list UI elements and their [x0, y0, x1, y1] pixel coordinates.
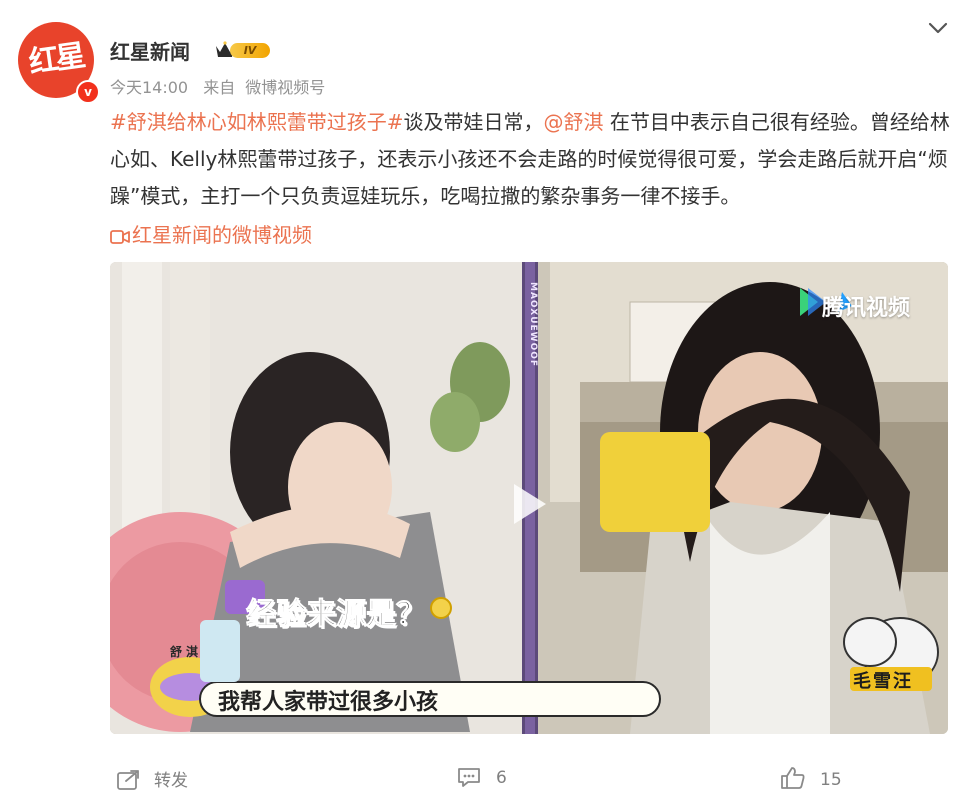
level-badge[interactable]: IV: [214, 40, 270, 60]
video-subtitle: 我帮人家带过很多小孩: [218, 690, 439, 715]
like-count: 15: [820, 770, 842, 790]
post-time[interactable]: 今天14:00: [110, 78, 188, 97]
post-meta: 今天14:00 来自 微博视频号: [110, 74, 335, 98]
comment-count: 6: [496, 768, 507, 788]
source-prefix: 来自: [203, 78, 236, 97]
comment-icon: [458, 768, 480, 787]
caption-question: 经验来源是？: [246, 597, 427, 633]
thumbs-up-icon: [781, 767, 805, 789]
comment-button[interactable]: 6: [456, 766, 507, 788]
hashtag-link[interactable]: #舒淇给林心如林熙蕾带过孩子#: [110, 110, 404, 134]
account-name[interactable]: 红星新闻: [110, 36, 190, 65]
action-bar: 转发 6 15: [0, 760, 960, 800]
tencent-video-watermark: 腾讯视频: [822, 296, 911, 321]
level-label: IV: [230, 43, 270, 58]
like-button[interactable]: 15: [780, 766, 842, 790]
speaker-tag: 舒淇: [170, 645, 203, 659]
post-source[interactable]: 微博视频号: [245, 78, 325, 97]
repost-label: 转发: [154, 771, 188, 791]
play-icon[interactable]: [502, 478, 554, 530]
video-link-label: 红星新闻的微博视频: [132, 223, 312, 247]
mention-link[interactable]: @舒淇: [544, 110, 604, 134]
show-strip-label: MAOXUEWOOF: [528, 282, 538, 368]
chevron-down-icon[interactable]: [926, 18, 950, 38]
video-camera-icon: [110, 230, 130, 244]
verified-badge: v: [76, 80, 100, 104]
post-text-segment: 谈及带娃日常，: [403, 110, 544, 134]
repost-button[interactable]: 转发: [116, 766, 188, 791]
video-source-link[interactable]: 红星新闻的微博视频: [110, 220, 312, 250]
show-logo: 毛雪汪: [853, 671, 913, 692]
post-body: #舒淇给林心如林熙蕾带过孩子#谈及带娃日常，@舒淇 在节目中表示自己很有经验。曾…: [110, 104, 950, 215]
share-icon: [117, 770, 139, 790]
